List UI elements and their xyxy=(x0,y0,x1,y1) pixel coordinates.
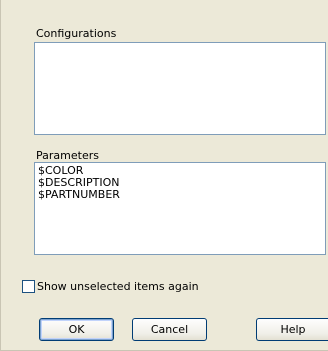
parameters-label: Parameters xyxy=(36,149,99,162)
show-unselected-label: Show unselected items again xyxy=(37,280,199,293)
help-button[interactable]: Help xyxy=(256,318,328,341)
list-item[interactable]: $PARTNUMBER xyxy=(35,189,325,201)
parameters-list[interactable]: $COLOR $DESCRIPTION $PARTNUMBER xyxy=(34,162,326,255)
ok-button[interactable]: OK xyxy=(39,318,114,341)
show-unselected-checkbox[interactable] xyxy=(22,280,35,293)
configurations-label: Configurations xyxy=(36,27,117,40)
configurations-list[interactable] xyxy=(34,42,326,135)
dialog: Configurations Parameters $COLOR $DESCRI… xyxy=(0,0,328,351)
cancel-button[interactable]: Cancel xyxy=(132,318,207,341)
